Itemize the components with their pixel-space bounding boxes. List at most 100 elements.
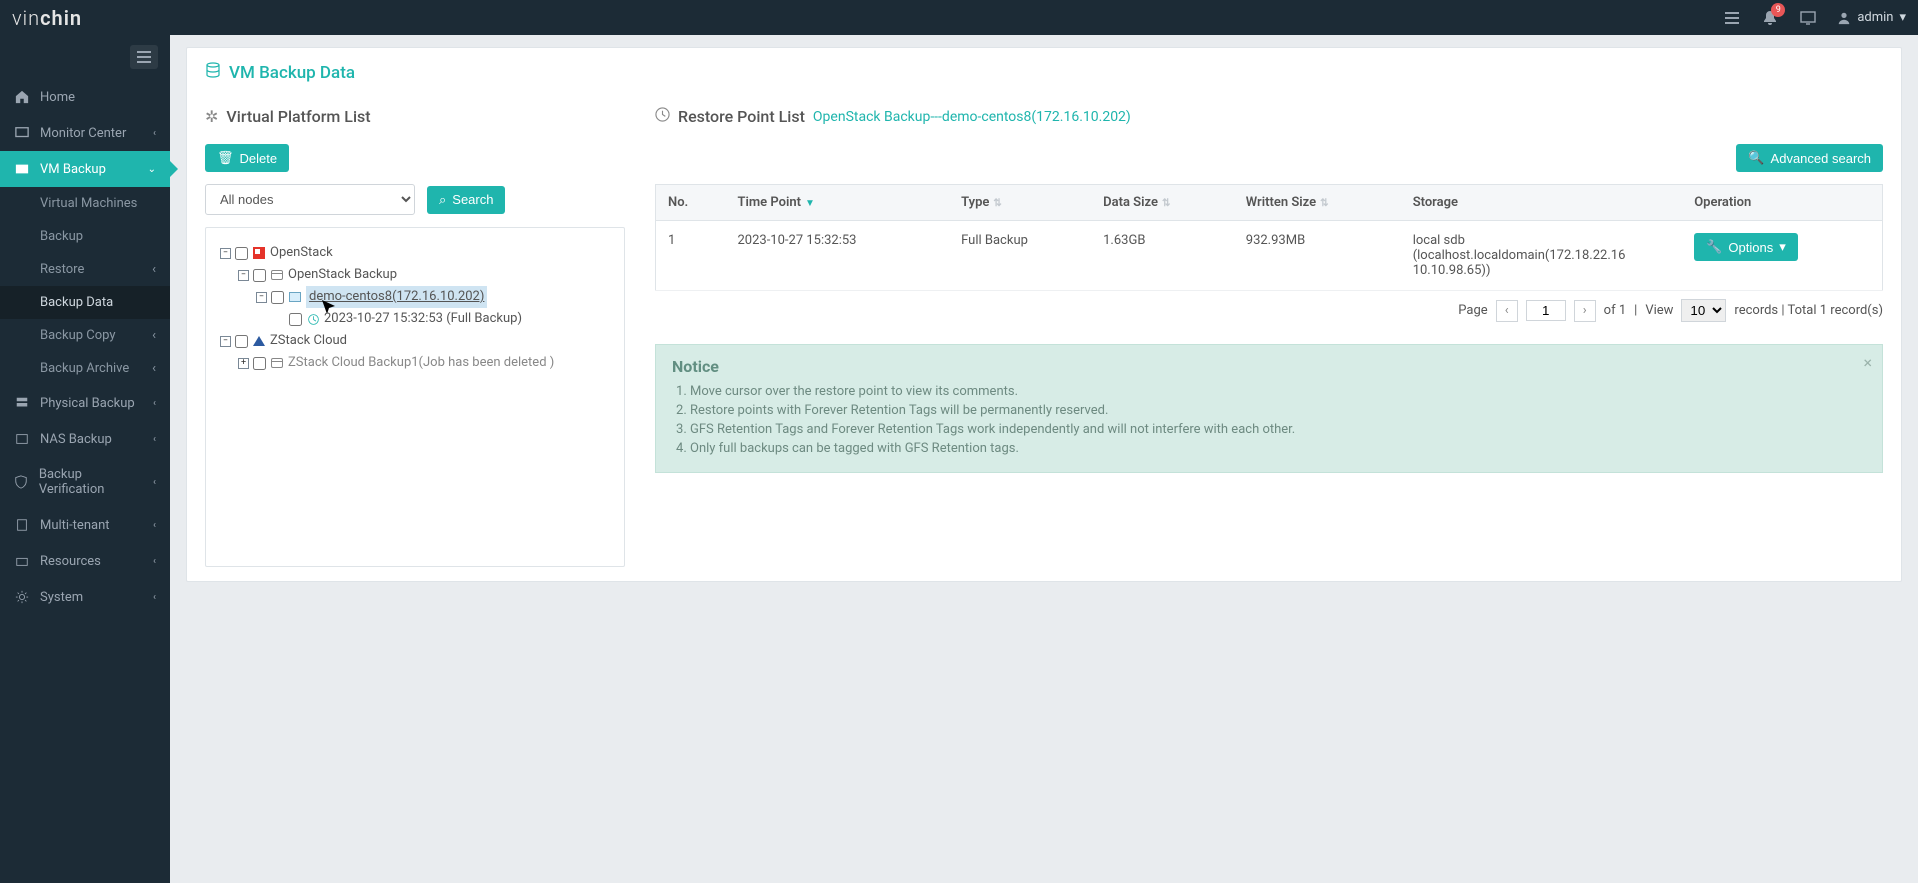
chevron-left-icon: ‹: [153, 128, 156, 139]
sidebar-item-home[interactable]: Home: [0, 79, 170, 115]
col-operation[interactable]: Operation: [1682, 185, 1882, 221]
chevron-down-icon: ⌄: [148, 164, 156, 175]
cell-written: 932.93MB: [1234, 221, 1401, 291]
vm-icon: [14, 161, 30, 177]
tree-node-snapshot[interactable]: 2023-10-27 15:32:53 (Full Backup): [324, 308, 522, 330]
sidebar-item-multi-tenant[interactable]: Multi-tenant‹: [0, 507, 170, 543]
notice-title: Notice: [672, 357, 1866, 376]
tree-toggler[interactable]: +: [238, 358, 249, 369]
topbar: vinchin 9 admin ▾: [0, 0, 1918, 35]
page-next-button[interactable]: ›: [1574, 300, 1596, 322]
tree-checkbox[interactable]: [253, 357, 266, 370]
right-panel-title: Restore Point List: [678, 107, 805, 126]
sidebar: Home Monitor Center‹ VM Backup⌄ Virtual …: [0, 35, 170, 883]
platform-tree: − OpenStack −: [205, 227, 625, 567]
sidebar-item-physical-backup[interactable]: Physical Backup‹: [0, 385, 170, 421]
tree-node-vm[interactable]: demo-centos8(172.16.10.202): [306, 286, 487, 308]
tree-toggler[interactable]: −: [220, 248, 231, 259]
left-panel-title: Virtual Platform List: [226, 107, 370, 126]
tree-toggler[interactable]: −: [220, 336, 231, 347]
vm-node-icon: [288, 290, 302, 304]
page-size-select[interactable]: 10: [1681, 299, 1726, 322]
notification-badge: 9: [1771, 3, 1785, 17]
table-row: 1 2023-10-27 15:32:53 Full Backup 1.63GB…: [656, 221, 1883, 291]
tree-checkbox[interactable]: [235, 247, 248, 260]
page-label: Page: [1458, 303, 1487, 318]
monitor-icon-sb: [14, 125, 30, 141]
view-label: View: [1645, 303, 1673, 318]
sidebar-toggle-button[interactable]: [130, 45, 158, 69]
col-no[interactable]: No.: [656, 185, 726, 221]
cell-type: Full Backup: [949, 221, 1091, 291]
page-prev-button[interactable]: ‹: [1496, 300, 1518, 322]
chevron-down-icon: ▾: [1779, 239, 1786, 255]
sidebar-sub-backup[interactable]: Backup: [0, 220, 170, 253]
username-label: admin: [1857, 10, 1893, 25]
sidebar-item-system[interactable]: System‹: [0, 579, 170, 615]
notice-item: Restore points with Forever Retention Ta…: [690, 403, 1866, 418]
sidebar-item-vm-backup[interactable]: VM Backup⌄: [0, 151, 170, 187]
verify-icon: [14, 474, 29, 490]
notice-panel: × Notice Move cursor over the restore po…: [655, 344, 1883, 473]
database-icon: [205, 62, 221, 83]
brand-logo: vinchin: [12, 6, 82, 30]
breadcrumb: OpenStack Backup---demo-centos8(172.16.1…: [813, 109, 1131, 125]
advanced-search-button[interactable]: 🔍 Advanced search: [1736, 144, 1883, 172]
sidebar-item-monitor[interactable]: Monitor Center‹: [0, 115, 170, 151]
sidebar-item-backup-verification[interactable]: Backup Verification‹: [0, 457, 170, 507]
tree-node-zstack[interactable]: ZStack Cloud: [270, 330, 347, 352]
search-icon: 🔍: [1748, 150, 1764, 166]
gear-icon: [14, 589, 30, 605]
trash-icon: 🗑: [217, 150, 234, 166]
tree-node-zstack-job[interactable]: ZStack Cloud Backup1(Job has been delete…: [288, 352, 554, 374]
col-written-size[interactable]: Written Size⇅: [1234, 185, 1401, 221]
wrench-icon: 🔧: [1706, 239, 1722, 255]
options-button[interactable]: 🔧 Options ▾: [1694, 233, 1798, 261]
tree-toggler[interactable]: −: [238, 270, 249, 281]
notice-item: Move cursor over the restore point to vi…: [690, 384, 1866, 399]
sidebar-item-resources[interactable]: Resources‹: [0, 543, 170, 579]
server-icon: [14, 395, 30, 411]
cell-no: 1: [656, 221, 726, 291]
chevron-down-icon: ▾: [1899, 10, 1906, 25]
tree-node-openstack[interactable]: OpenStack: [270, 242, 333, 264]
clock-icon: [655, 107, 670, 126]
col-storage[interactable]: Storage: [1401, 185, 1683, 221]
sort-icon: ⇅: [1320, 198, 1328, 209]
notice-item: GFS Retention Tags and Forever Retention…: [690, 422, 1866, 437]
tree-checkbox[interactable]: [235, 335, 248, 348]
close-icon[interactable]: ×: [1863, 353, 1872, 372]
pager-tail: records | Total 1 record(s): [1734, 303, 1883, 318]
content: VM Backup Data ✲ Virtual Platform List 🗑…: [170, 35, 1918, 883]
home-icon: [14, 89, 30, 105]
sidebar-sub-backup-data[interactable]: Backup Data: [0, 286, 170, 319]
monitor-icon[interactable]: [1799, 9, 1817, 27]
tree-toggler[interactable]: −: [256, 292, 267, 303]
delete-button[interactable]: 🗑 Delete: [205, 144, 289, 172]
col-data-size[interactable]: Data Size⇅: [1091, 185, 1234, 221]
cell-storage: local sdb (localhost.localdomain(172.18.…: [1401, 221, 1683, 291]
search-button[interactable]: ⌕ Search: [427, 186, 505, 214]
sidebar-sub-virtual-machines[interactable]: Virtual Machines: [0, 187, 170, 220]
user-menu[interactable]: admin ▾: [1837, 10, 1906, 25]
tree-checkbox[interactable]: [289, 313, 302, 326]
page-input[interactable]: [1526, 300, 1566, 321]
tree-node-openstack-backup[interactable]: OpenStack Backup: [288, 264, 397, 286]
notification-icon[interactable]: 9: [1761, 9, 1779, 27]
page-title: VM Backup Data: [205, 62, 1883, 83]
resources-icon: [14, 553, 30, 569]
col-type[interactable]: Type⇅: [949, 185, 1091, 221]
job-icon: [270, 268, 284, 282]
pagination: Page ‹ › of 1 | View 10 records | Total …: [655, 291, 1883, 330]
menu-icon[interactable]: [1723, 9, 1741, 27]
cell-time: 2023-10-27 15:32:53: [725, 221, 949, 291]
sidebar-sub-backup-archive[interactable]: Backup Archive‹: [0, 352, 170, 385]
tree-checkbox[interactable]: [253, 269, 266, 282]
sidebar-sub-backup-copy[interactable]: Backup Copy‹: [0, 319, 170, 352]
restore-point-table: No. Time Point▼ Type⇅ Data Size⇅ Written…: [655, 184, 1883, 291]
node-select[interactable]: All nodes: [205, 184, 415, 215]
tree-checkbox[interactable]: [271, 291, 284, 304]
sidebar-item-nas-backup[interactable]: NAS Backup‹: [0, 421, 170, 457]
sidebar-sub-restore[interactable]: Restore‹: [0, 253, 170, 286]
col-time[interactable]: Time Point▼: [725, 185, 949, 221]
